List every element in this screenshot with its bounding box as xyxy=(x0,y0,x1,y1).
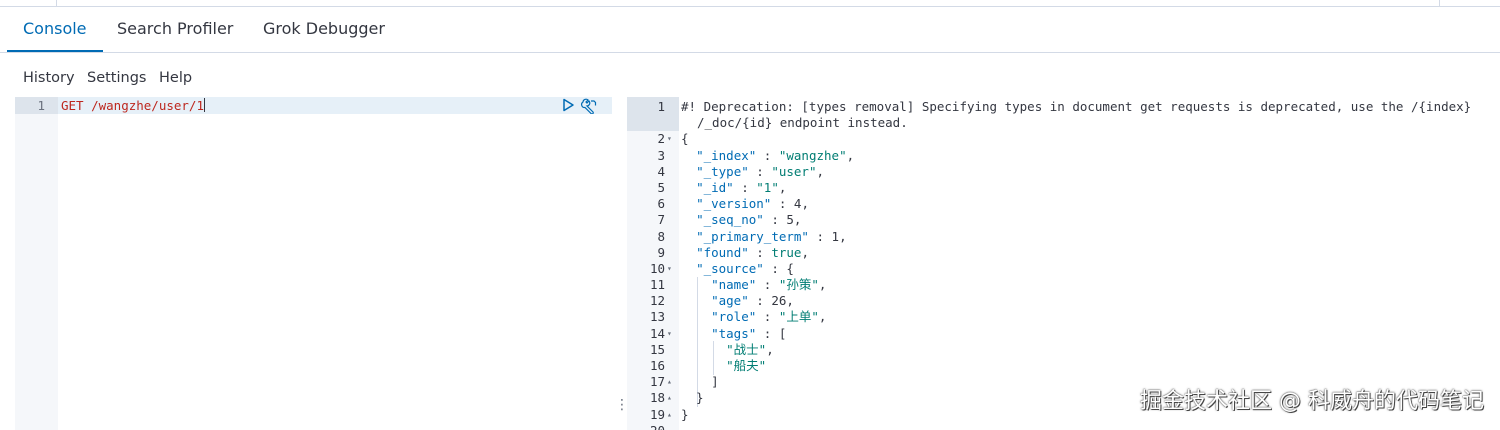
response-line: 8 "_primary_term" : 1, xyxy=(657,228,847,244)
request-gutter xyxy=(15,97,58,430)
request-text[interactable]: GET /wangzhe/user/1 xyxy=(61,98,205,114)
deprecation-warning-cont: /_doc/{id} endpoint instead. xyxy=(697,115,908,131)
watermark: 掘金技术社区 @ 科威舟的代码笔记 xyxy=(1140,389,1484,414)
settings-menu-item[interactable]: Settings xyxy=(87,70,146,86)
top-bar xyxy=(0,0,1500,7)
request-line-number: 1 xyxy=(37,98,45,113)
wrench-icon[interactable] xyxy=(580,98,598,114)
deprecation-warning: #! Deprecation: [types removal] Specifyi… xyxy=(681,99,1472,114)
response-line: 4 "_type" : "user", xyxy=(657,163,825,179)
request-line[interactable]: 1 GET /wangzhe/user/1 xyxy=(15,98,612,115)
history-menu-item[interactable]: History xyxy=(23,70,75,86)
resize-handle-icon[interactable]: ⋮ xyxy=(615,395,629,415)
help-menu-item[interactable]: Help xyxy=(159,70,192,86)
response-line: 7 "_seq_no" : 5, xyxy=(657,212,802,228)
request-text-content: GET /wangzhe/user/1 xyxy=(61,98,204,113)
response-line: 11 "name" : "孙策", xyxy=(649,277,827,293)
response-line: 12 "age" : 26, xyxy=(649,293,794,309)
fold-toggle-icon[interactable]: ▴ xyxy=(667,407,677,423)
request-editor[interactable]: 1 GET /wangzhe/user/1 xyxy=(15,97,612,430)
tab-search-profiler[interactable]: Search Profiler xyxy=(117,7,233,52)
top-bar-divider-right xyxy=(1439,0,1440,6)
tab-console[interactable]: Console xyxy=(7,7,103,52)
response-line: 6 "_version" : 4, xyxy=(657,196,809,212)
fold-toggle-icon[interactable]: ▾ xyxy=(667,131,677,147)
top-bar-divider-left xyxy=(56,0,57,6)
tab-bar: Console Search Profiler Grok Debugger xyxy=(0,7,1500,53)
fold-toggle-icon[interactable]: ▾ xyxy=(667,326,677,342)
fold-toggle-icon[interactable]: ▾ xyxy=(667,261,677,277)
response-line: 1 #! Deprecation: [types removal] Specify… xyxy=(657,99,1472,114)
response-line: 20 xyxy=(627,423,1500,430)
response-line: 5 "_id" : "1", xyxy=(657,179,787,195)
response-line: 10 ▾ "_source" : { xyxy=(649,260,794,277)
play-icon[interactable] xyxy=(561,98,575,112)
response-viewer[interactable]: 1 #! Deprecation: [types removal] Specify… xyxy=(627,97,1500,430)
fold-toggle-icon[interactable]: ▴ xyxy=(667,374,677,390)
response-line: 15 "战士", xyxy=(649,341,774,357)
response-line: 14 ▾ "tags" : [ xyxy=(649,325,787,342)
tab-grok-debugger[interactable]: Grok Debugger xyxy=(263,7,385,52)
response-line: 3 "_index" : "wangzhe", xyxy=(657,147,855,163)
response-line: /_doc/{id} endpoint instead. xyxy=(627,115,1500,131)
response-line: 2 ▾{ xyxy=(657,131,689,147)
text-cursor xyxy=(204,98,205,112)
fold-toggle-icon[interactable]: ▴ xyxy=(667,390,677,406)
editor-divider xyxy=(612,97,627,430)
response-line: 16 "船夫" xyxy=(649,358,767,373)
response-line: 13 "role" : "上单", xyxy=(649,309,827,325)
response-line: 9 "found" : true, xyxy=(657,244,809,260)
